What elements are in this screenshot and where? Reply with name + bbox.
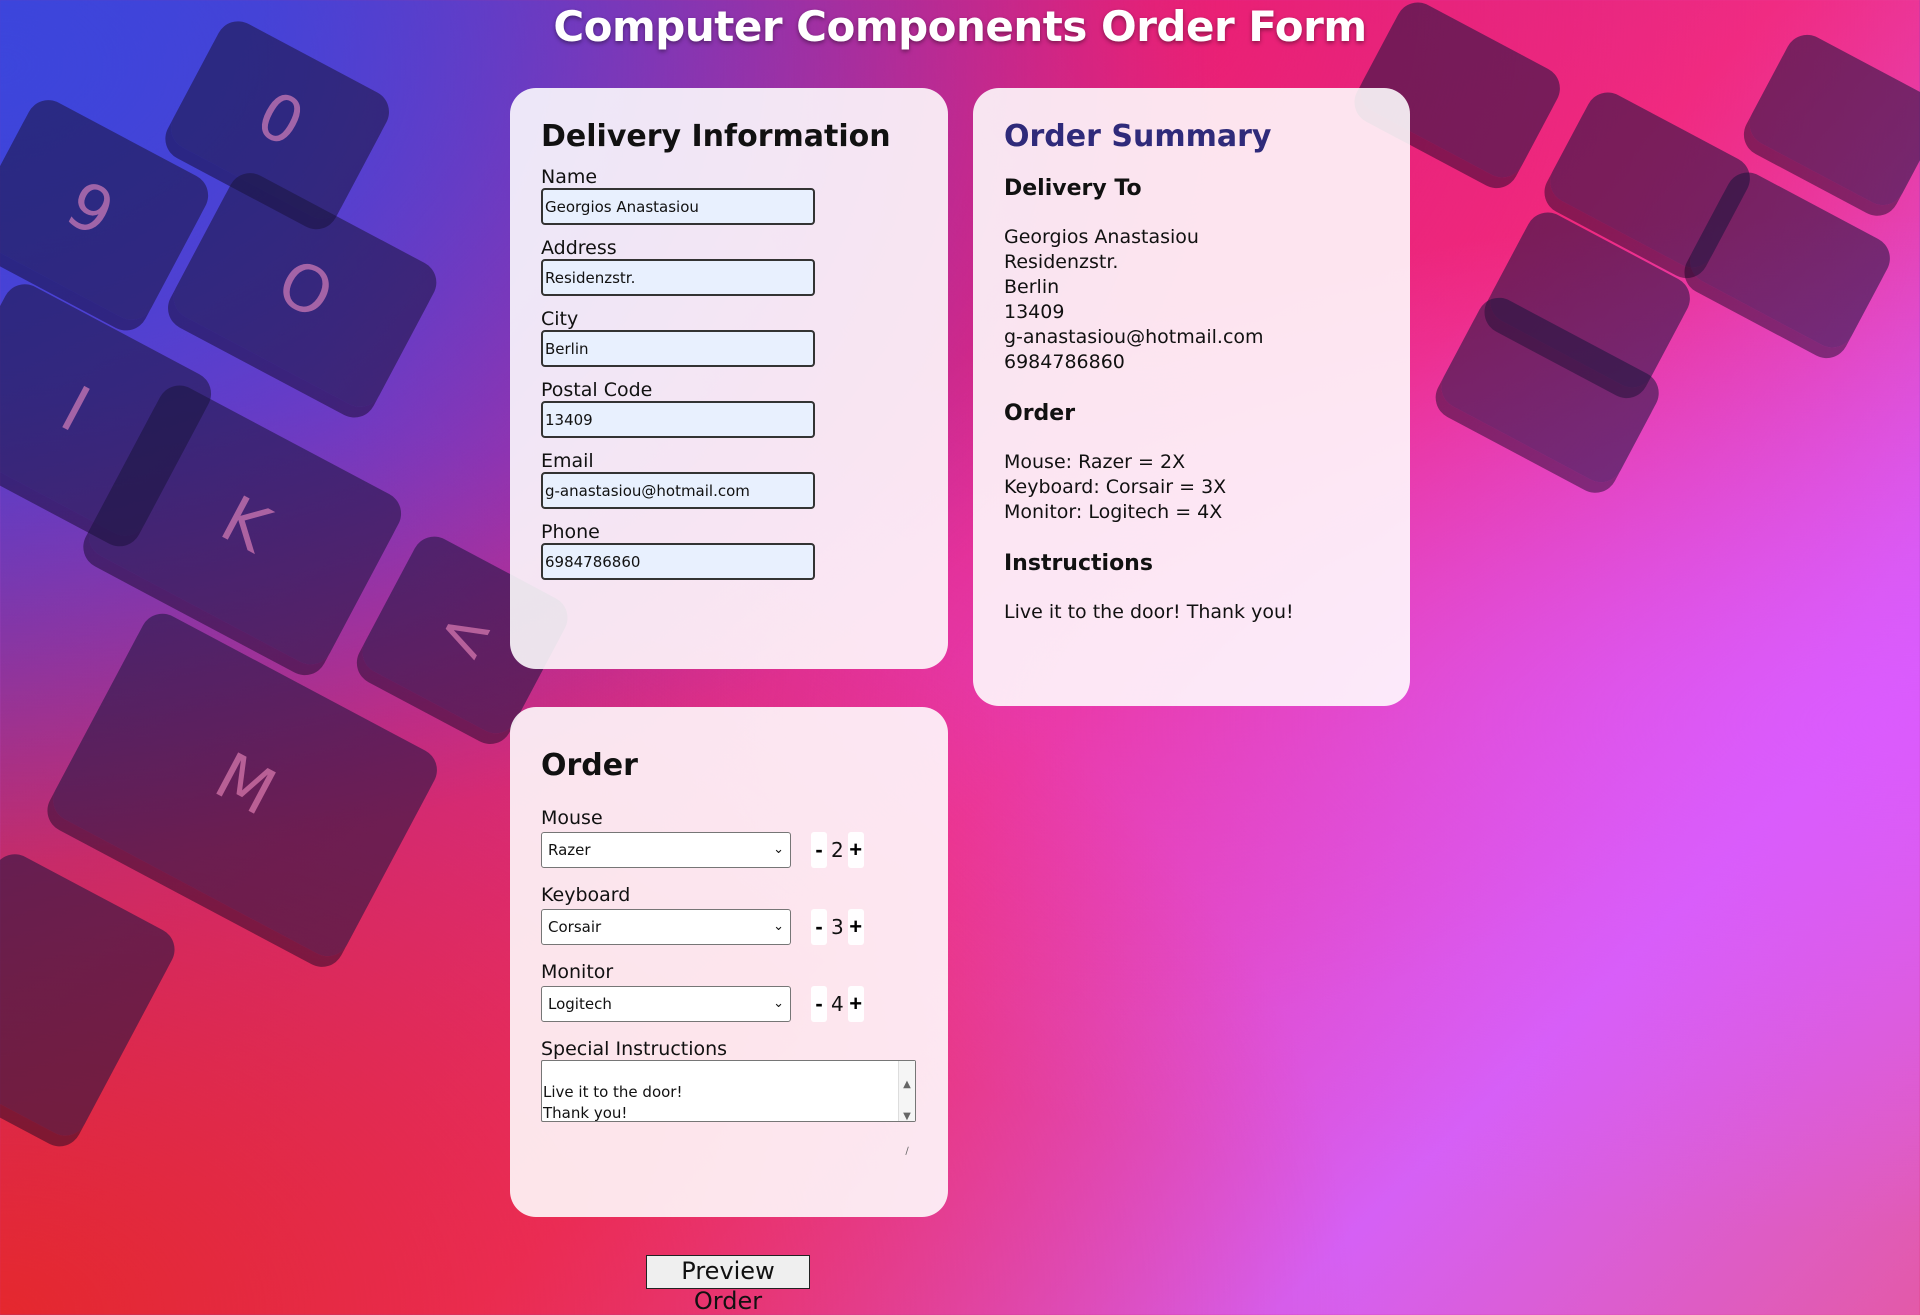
order-summary-heading: Order Summary (1004, 119, 1272, 154)
summary-phone: 6984786860 (1004, 351, 1125, 373)
summary-name: Georgios Anastasiou (1004, 226, 1199, 248)
mouse-quantity-value: 2 (831, 838, 844, 862)
postal-code-field-group: Postal Code (541, 379, 917, 438)
page-title: Computer Components Order Form (553, 2, 1367, 51)
name-input[interactable] (541, 188, 815, 225)
summary-email: g-anastasiou@hotmail.com (1004, 326, 1264, 348)
delivery-to-lines: Georgios Anastasiou Residenzstr. Berlin … (1004, 225, 1379, 375)
monitor-quantity-value: 4 (831, 992, 844, 1016)
keyboard-quantity-stepper: - 3 + (811, 909, 864, 945)
mouse-label: Mouse (541, 807, 603, 829)
city-input[interactable] (541, 330, 815, 367)
summary-order-line: Monitor: Logitech = 4X (1004, 501, 1223, 523)
mouse-selected-value: Razer (548, 841, 591, 859)
scroll-up-icon[interactable]: ▲ (899, 1077, 915, 1093)
background-key (1682, 164, 1898, 356)
postal-code-label: Postal Code (541, 379, 653, 401)
phone-input[interactable] (541, 543, 815, 580)
monitor-label: Monitor (541, 961, 614, 983)
background-key: K (81, 377, 409, 673)
mouse-increment-button[interactable]: + (847, 832, 864, 868)
name-label: Name (541, 166, 598, 188)
mouse-quantity-stepper: - 2 + (811, 832, 864, 868)
phone-field-group: Phone (541, 521, 917, 580)
delivery-info-heading: Delivery Information (541, 119, 891, 154)
delivery-info-card: Delivery Information Name Address City P… (510, 88, 948, 669)
city-field-group: City (541, 308, 917, 367)
summary-order-heading: Order (1004, 401, 1076, 426)
background-key (1482, 204, 1698, 396)
delivery-to-heading: Delivery To (1004, 176, 1142, 201)
address-label: Address (541, 237, 617, 259)
summary-instructions-text: Live it to the door! Thank you! (1004, 601, 1294, 623)
order-card: Order Mouse Razer ⌄ - 2 + Keyboard Corsa… (510, 707, 948, 1217)
email-input[interactable] (541, 472, 815, 509)
email-label: Email (541, 450, 594, 472)
background-key: I (0, 276, 219, 544)
summary-city: Berlin (1004, 276, 1060, 298)
summary-postal-code: 13409 (1004, 301, 1065, 323)
resize-grip-icon[interactable]: ∕ (899, 1141, 915, 1163)
monitor-selected-value: Logitech (548, 995, 612, 1013)
background-key (1741, 27, 1920, 213)
monitor-row: Logitech ⌄ - 4 + (541, 986, 917, 1022)
background-key: M (45, 605, 445, 965)
keyboard-decrement-button[interactable]: - (811, 909, 827, 945)
scroll-down-icon[interactable]: ▼ (899, 1109, 915, 1125)
summary-order-lines: Mouse: Razer = 2X Keyboard: Corsair = 3X… (1004, 450, 1379, 525)
monitor-increment-button[interactable]: + (847, 986, 864, 1022)
textarea-scrollbar[interactable]: ▲ ▼ ∕ (898, 1061, 915, 1157)
address-input[interactable] (541, 259, 815, 296)
order-heading: Order (541, 748, 638, 783)
special-instructions-label: Special Instructions (541, 1038, 728, 1060)
summary-address: Residenzstr. (1004, 251, 1119, 273)
address-field-group: Address (541, 237, 917, 296)
background-key (0, 846, 183, 1144)
keyboard-label: Keyboard (541, 884, 631, 906)
summary-instructions-heading: Instructions (1004, 551, 1153, 576)
order-summary-card: Order Summary Delivery To Georgios Anast… (973, 88, 1410, 706)
city-label: City (541, 308, 579, 330)
email-field-group: Email (541, 450, 917, 509)
background-key: O (165, 165, 445, 415)
background-key: 9 (0, 92, 216, 328)
monitor-quantity-stepper: - 4 + (811, 986, 864, 1022)
keyboard-background: 0 9 O I K M < (0, 0, 1920, 1315)
mouse-select[interactable]: Razer ⌄ (541, 832, 791, 868)
name-field-group: Name (541, 166, 917, 225)
preview-order-button[interactable]: Preview Order (646, 1255, 810, 1315)
keyboard-quantity-value: 3 (831, 915, 844, 939)
phone-label: Phone (541, 521, 600, 543)
summary-order-line: Keyboard: Corsair = 3X (1004, 476, 1227, 498)
mouse-row: Razer ⌄ - 2 + (541, 832, 917, 868)
monitor-select[interactable]: Logitech ⌄ (541, 986, 791, 1022)
chevron-down-icon: ⌄ (773, 996, 784, 1011)
mouse-decrement-button[interactable]: - (811, 832, 827, 868)
monitor-decrement-button[interactable]: - (811, 986, 827, 1022)
special-instructions-textarea[interactable]: Live it to the door! Thank you! ▲ ▼ ∕ (541, 1060, 916, 1157)
background-key (1542, 84, 1758, 276)
keyboard-select[interactable]: Corsair ⌄ (541, 909, 791, 945)
keyboard-row: Corsair ⌄ - 3 + (541, 909, 917, 945)
summary-order-line: Mouse: Razer = 2X (1004, 451, 1186, 473)
keyboard-increment-button[interactable]: + (847, 909, 864, 945)
special-instructions-value: Live it to the door! Thank you! (543, 1083, 683, 1122)
keyboard-selected-value: Corsair (548, 918, 602, 936)
background-key (1433, 290, 1667, 490)
chevron-down-icon: ⌄ (773, 842, 784, 857)
chevron-down-icon: ⌄ (773, 919, 784, 934)
postal-code-input[interactable] (541, 401, 815, 438)
